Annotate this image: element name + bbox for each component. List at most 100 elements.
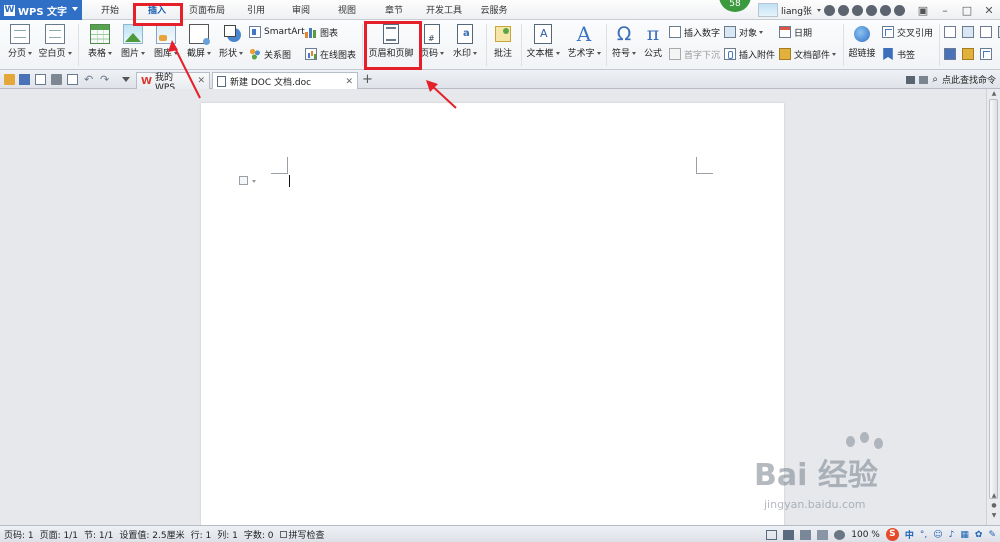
tab-chapter[interactable]: 章节 — [378, 0, 410, 20]
keyboard-icon[interactable]: ▦ — [960, 530, 969, 540]
tab-review[interactable]: 审阅 — [285, 0, 317, 20]
tool-icon[interactable] — [944, 48, 956, 60]
user-box[interactable]: liang张 — [758, 2, 905, 18]
status-col[interactable]: 列: 1 — [217, 528, 238, 541]
bookmark-button[interactable]: 书签 — [882, 47, 915, 61]
level-badge[interactable]: 58 — [719, 0, 751, 12]
insert-number-button[interactable]: 插入数字 — [669, 25, 720, 39]
redo-icon[interactable]: ↷ — [100, 74, 111, 85]
tool-icon[interactable] — [962, 48, 974, 60]
cross-reference-button[interactable]: 交叉引用 — [882, 25, 933, 39]
web-view-icon[interactable] — [817, 529, 829, 540]
ime-mode[interactable]: 中 — [905, 528, 914, 541]
punctuation-icon[interactable]: °, — [920, 530, 927, 540]
word-art-button[interactable]: A 艺术字 — [565, 20, 603, 59]
new-tab-button[interactable]: + — [362, 72, 373, 87]
print-icon[interactable] — [51, 74, 62, 85]
help-icon[interactable] — [879, 4, 891, 16]
document-page[interactable] — [201, 103, 784, 533]
feedback-icon[interactable] — [865, 4, 877, 16]
open-icon[interactable] — [4, 74, 15, 85]
collapse-ribbon-icon[interactable] — [893, 4, 905, 16]
chart-button[interactable]: 图表 — [305, 25, 338, 39]
microphone-icon[interactable]: ♪ — [949, 530, 955, 540]
print-preview-icon[interactable] — [67, 74, 78, 85]
scroll-thumb[interactable] — [989, 99, 998, 499]
watermark-button[interactable]: 水印 — [450, 20, 480, 59]
restore-ribbon-button[interactable]: ▣ — [912, 0, 934, 20]
eye-protect-icon[interactable] — [834, 529, 846, 540]
tab-references[interactable]: 引用 — [240, 0, 272, 20]
spell-check-toggle[interactable]: 拼写检查 — [279, 528, 325, 541]
screenshot-button[interactable]: 截屏 — [184, 20, 214, 59]
tab-page-layout[interactable]: 页面布局 — [182, 0, 232, 20]
tool-icon[interactable] — [944, 26, 956, 38]
page-break-button[interactable]: 分页 — [6, 20, 34, 59]
shape-button[interactable]: 形状 — [216, 20, 246, 59]
tab-my-wps[interactable]: W 我的WPS ✕ — [136, 72, 210, 93]
document-parts-button[interactable]: 文档部件 — [779, 47, 837, 61]
quick-access-menu-icon[interactable] — [122, 77, 130, 82]
page-number-button[interactable]: 页码 — [420, 20, 445, 59]
page-view-icon[interactable] — [783, 529, 795, 540]
tab-view[interactable]: 视图 — [331, 0, 363, 20]
hyperlink-button[interactable]: 超链接 — [846, 20, 878, 59]
sogou-ime-icon[interactable]: S — [885, 528, 899, 541]
skin-icon[interactable]: ✿ — [975, 530, 983, 540]
zoom-level[interactable]: 100 % — [851, 530, 880, 540]
undo-icon[interactable]: ↶ — [84, 74, 95, 85]
avatar[interactable] — [758, 3, 778, 17]
fullscreen-icon[interactable] — [766, 529, 778, 540]
tool-icon[interactable] — [962, 26, 974, 38]
emoji-icon[interactable]: ☺ — [933, 530, 942, 540]
scroll-up-icon[interactable]: ▲ — [988, 89, 1000, 98]
select-browse-icon[interactable]: ● — [988, 501, 1000, 510]
tab-developer[interactable]: 开发工具 — [420, 0, 468, 20]
close-button[interactable]: ✕ — [978, 0, 1000, 20]
page-up-icon[interactable]: ▲ — [988, 491, 1000, 500]
minimize-button[interactable]: – — [934, 0, 956, 20]
tab-home[interactable]: 开始 — [92, 0, 128, 20]
output-pdf-icon[interactable] — [35, 74, 46, 85]
save-icon[interactable] — [19, 74, 30, 85]
settings-icon[interactable] — [837, 4, 849, 16]
share-icon[interactable] — [851, 4, 863, 16]
tools-icon[interactable]: ✎ — [988, 530, 996, 540]
status-row[interactable]: 行: 1 — [191, 528, 212, 541]
display-icon[interactable] — [906, 75, 916, 84]
text-box-button[interactable]: 文本框 — [524, 20, 562, 59]
tool-icon[interactable] — [980, 26, 992, 38]
smartart-button[interactable]: SmartArt — [249, 25, 305, 39]
tab-cloud[interactable]: 云服务 — [475, 0, 513, 20]
table-button[interactable]: 表格 — [86, 20, 114, 59]
restore-icon[interactable] — [919, 75, 929, 84]
date-button[interactable]: 日期 — [779, 25, 812, 39]
app-menu-button[interactable]: W WPS 文字 — [0, 0, 82, 20]
skin-icon[interactable] — [823, 4, 835, 16]
paragraph-layout-icon[interactable] — [239, 176, 256, 185]
comment-button[interactable]: 批注 — [490, 20, 516, 59]
drop-cap-button[interactable]: 首字下沉 — [669, 47, 720, 61]
status-page-number[interactable]: 页码: 1 — [4, 528, 34, 541]
object-button[interactable]: 对象 — [724, 25, 764, 39]
blank-page-button[interactable]: 空白页 — [38, 20, 72, 59]
tab-document[interactable]: 新建 DOC 文档.doc ✕ — [212, 72, 358, 90]
close-icon[interactable]: ✕ — [345, 77, 353, 87]
status-section[interactable]: 节: 1/1 — [84, 528, 113, 541]
relation-chart-button[interactable]: 关系图 — [249, 47, 291, 61]
status-setting[interactable]: 设置值: 2.5厘米 — [119, 528, 184, 541]
status-page[interactable]: 页面: 1/1 — [40, 528, 78, 541]
insert-attachment-button[interactable]: 插入附件 — [724, 47, 775, 61]
maximize-button[interactable]: □ — [956, 0, 978, 20]
page-down-icon[interactable]: ▼ — [988, 511, 1000, 520]
find-command-box[interactable]: ⌕ 点此查找命令 — [906, 73, 996, 86]
vertical-scrollbar[interactable]: ▲ ▲ ● ▼ — [986, 89, 1000, 525]
tool-icon[interactable] — [980, 48, 992, 60]
outline-view-icon[interactable] — [800, 529, 812, 540]
online-chart-button[interactable]: 在线图表 — [305, 47, 356, 61]
close-icon[interactable]: ✕ — [197, 76, 205, 86]
symbol-button[interactable]: Ω 符号 — [609, 20, 639, 59]
user-name[interactable]: liang张 — [781, 4, 812, 17]
status-word-count[interactable]: 字数: 0 — [244, 528, 274, 541]
formula-button[interactable]: π 公式 — [640, 20, 666, 59]
